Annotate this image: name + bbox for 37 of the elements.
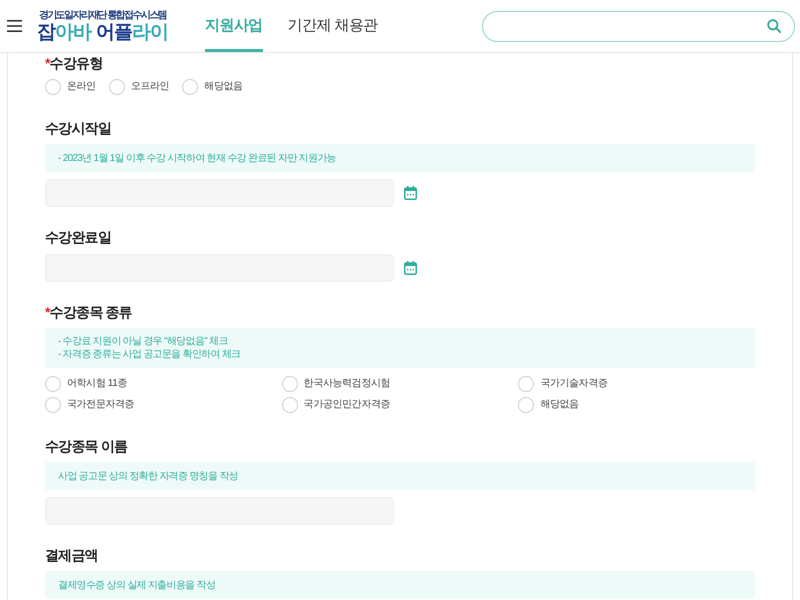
section-title: 결제금액 [45,546,98,565]
section-title: 수강시작일 [45,119,112,138]
notice-text: 결제영수증 상의 실제 지출비용을 작성 [58,578,216,592]
radio-button[interactable] [45,79,61,95]
option-label: 해당없음 [204,80,243,94]
option-label: 한국사능력검정시험 [304,377,390,391]
logo-wordmark[interactable]: 잡아바 어플라이 [37,20,168,44]
option-label: 어학시험 11종 [67,377,127,391]
radio-button[interactable] [282,397,298,413]
option-label: 해당없음 [540,398,579,412]
search-icon[interactable] [767,19,781,33]
notice-text: - 자격증 종류는 사업 공고문을 확인하여 체크 [58,348,242,361]
nav-tab[interactable]: 기간제 채용관 [288,0,378,52]
notice-text: 사업 공고문 상의 정확한 자격증 명칭을 작성 [58,470,239,482]
option-label: 국가전문자격증 [67,398,134,412]
logo-tagline: 경기도일자리재단 통합접수시스템 [38,10,166,20]
radio-button[interactable] [518,376,534,392]
section-title: 수강완료일 [45,228,112,247]
section-title: 수강종목 이름 [45,437,128,456]
radio-button[interactable] [518,397,534,413]
notice-text: - 2023년 1월 1일 이후 수강 시작하여 현재 수강 완료된 자만 지원가능 [58,152,337,164]
option-label: 온라인 [67,80,96,94]
section-title: *수강종목 종류 [45,303,132,322]
section-title: *수강유형 [45,54,102,73]
radio-button[interactable] [45,376,61,392]
search-field[interactable] [482,10,795,42]
calendar-icon[interactable] [404,186,417,200]
radio-button[interactable] [182,79,198,95]
option-label: 국가기술자격증 [540,377,608,391]
calendar-icon[interactable] [404,261,417,275]
radio-button[interactable] [108,79,125,95]
notice-text: - 수강료 지원이 아닐 경우 "해당없음" 체크 [58,335,229,348]
option-label: 오프라인 [130,80,170,94]
menu-icon[interactable] [7,20,22,32]
radio-button[interactable] [45,397,61,413]
option-label: 국가공인민간자격증 [304,398,390,412]
radio-button[interactable] [282,376,298,392]
